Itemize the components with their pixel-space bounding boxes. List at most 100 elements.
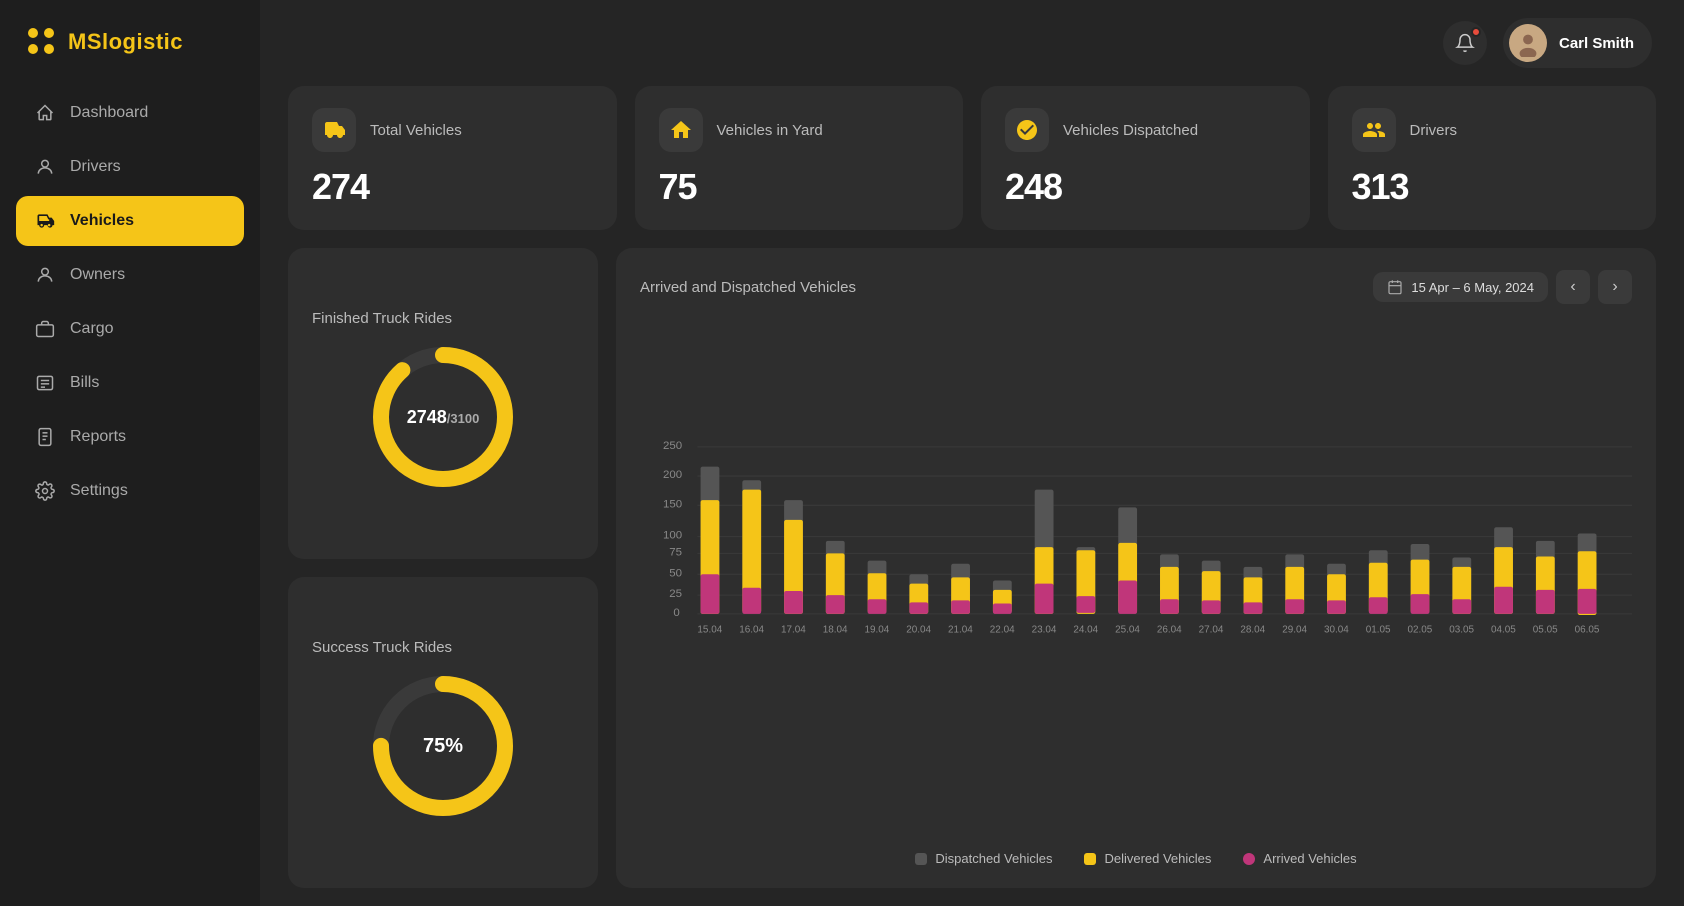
legend-label-delivered: Delivered Vehicles bbox=[1104, 851, 1211, 866]
stat-label-dispatched: Vehicles Dispatched bbox=[1063, 122, 1198, 139]
chart-date-ctrl: 15 Apr – 6 May, 2024 ‹ › bbox=[1373, 270, 1632, 304]
stat-card-dispatched: Vehicles Dispatched 248 bbox=[981, 86, 1310, 230]
reports-icon bbox=[34, 426, 56, 448]
stat-card-total-vehicles: Total Vehicles 274 bbox=[288, 86, 617, 230]
sidebar-item-settings[interactable]: Settings bbox=[16, 466, 244, 516]
drivers-stat-icon bbox=[1352, 108, 1396, 152]
sidebar-item-owners[interactable]: Owners bbox=[16, 250, 244, 300]
stat-card-header-yard: Vehicles in Yard bbox=[659, 108, 940, 152]
legend-delivered: Delivered Vehicles bbox=[1084, 851, 1211, 866]
svg-text:25.04: 25.04 bbox=[1115, 625, 1140, 636]
svg-text:0: 0 bbox=[673, 607, 679, 619]
stat-card-drivers: Drivers 313 bbox=[1328, 86, 1657, 230]
svg-text:01.05: 01.05 bbox=[1366, 625, 1391, 636]
sidebar-item-reports-label: Reports bbox=[70, 428, 126, 446]
calendar-icon bbox=[1387, 279, 1403, 295]
chart-panel: Arrived and Dispatched Vehicles 15 Apr –… bbox=[616, 248, 1656, 888]
finished-rides-panel: Finished Truck Rides 2748/3100 bbox=[288, 248, 598, 559]
home-icon bbox=[34, 102, 56, 124]
svg-text:22.04: 22.04 bbox=[990, 625, 1015, 636]
cargo-icon bbox=[34, 318, 56, 340]
yard-icon bbox=[659, 108, 703, 152]
success-rides-pct: 75% bbox=[423, 735, 463, 758]
svg-text:18.04: 18.04 bbox=[823, 625, 848, 636]
chart-title: Arrived and Dispatched Vehicles bbox=[640, 279, 856, 296]
svg-text:19.04: 19.04 bbox=[865, 625, 890, 636]
main-content: Carl Smith Total Vehicles 274 bbox=[260, 0, 1684, 906]
legend-label-dispatched: Dispatched Vehicles bbox=[935, 851, 1052, 866]
chart-header: Arrived and Dispatched Vehicles 15 Apr –… bbox=[640, 270, 1632, 304]
stat-value-total: 274 bbox=[312, 166, 593, 208]
svg-text:30.04: 30.04 bbox=[1324, 625, 1349, 636]
sidebar-item-dashboard-label: Dashboard bbox=[70, 104, 148, 122]
bell-icon bbox=[1455, 33, 1475, 53]
stat-label-total: Total Vehicles bbox=[370, 122, 462, 139]
bar-chart-svg: 250 200 150 100 75 50 25 0 bbox=[640, 320, 1632, 841]
svg-text:03.05: 03.05 bbox=[1449, 625, 1474, 636]
date-range: 15 Apr – 6 May, 2024 bbox=[1373, 272, 1548, 302]
svg-text:02.05: 02.05 bbox=[1407, 625, 1432, 636]
sidebar-item-dashboard[interactable]: Dashboard bbox=[16, 88, 244, 138]
chart-next-button[interactable]: › bbox=[1598, 270, 1632, 304]
sidebar-item-vehicles[interactable]: Vehicles bbox=[16, 196, 244, 246]
sidebar-item-reports[interactable]: Reports bbox=[16, 412, 244, 462]
svg-text:24.04: 24.04 bbox=[1073, 625, 1098, 636]
stat-card-yard: Vehicles in Yard 75 bbox=[635, 86, 964, 230]
svg-text:16.04: 16.04 bbox=[739, 625, 764, 636]
sidebar-nav: Dashboard Drivers Vehicles bbox=[0, 88, 260, 906]
user-name: Carl Smith bbox=[1559, 35, 1634, 52]
stat-value-yard: 75 bbox=[659, 166, 940, 208]
svg-text:04.05: 04.05 bbox=[1491, 625, 1516, 636]
svg-text:05.05: 05.05 bbox=[1533, 625, 1558, 636]
stat-card-header-dispatched: Vehicles Dispatched bbox=[1005, 108, 1286, 152]
legend-dot-dispatched bbox=[915, 853, 927, 865]
drivers-icon bbox=[34, 156, 56, 178]
notification-badge bbox=[1471, 27, 1481, 37]
finished-rides-donut: 2748/3100 bbox=[363, 337, 523, 497]
legend-label-arrived: Arrived Vehicles bbox=[1263, 851, 1356, 866]
success-rides-panel: Success Truck Rides 75% bbox=[288, 577, 598, 888]
svg-text:20.04: 20.04 bbox=[906, 625, 931, 636]
legend-dispatched: Dispatched Vehicles bbox=[915, 851, 1052, 866]
sidebar-item-bills-label: Bills bbox=[70, 374, 99, 392]
svg-text:15.04: 15.04 bbox=[697, 625, 722, 636]
bar-chart-container: 250 200 150 100 75 50 25 0 bbox=[640, 320, 1632, 841]
logo: MSlogistic bbox=[0, 0, 260, 88]
left-panels: Finished Truck Rides 2748/3100 Success T… bbox=[288, 248, 598, 888]
sidebar-item-drivers-label: Drivers bbox=[70, 158, 121, 176]
stat-card-header: Total Vehicles bbox=[312, 108, 593, 152]
svg-text:100: 100 bbox=[663, 530, 682, 542]
date-range-label: 15 Apr – 6 May, 2024 bbox=[1411, 280, 1534, 295]
sidebar-item-vehicles-label: Vehicles bbox=[70, 212, 134, 230]
donut-text-success: 75% bbox=[423, 735, 463, 758]
chart-prev-button[interactable]: ‹ bbox=[1556, 270, 1590, 304]
sidebar-item-drivers[interactable]: Drivers bbox=[16, 142, 244, 192]
svg-text:23.04: 23.04 bbox=[1032, 625, 1057, 636]
truck-icon bbox=[312, 108, 356, 152]
sidebar-item-settings-label: Settings bbox=[70, 482, 128, 500]
sidebar: MSlogistic Dashboard Drivers bbox=[0, 0, 260, 906]
user-profile[interactable]: Carl Smith bbox=[1503, 18, 1652, 68]
header: Carl Smith bbox=[260, 0, 1684, 86]
svg-text:25: 25 bbox=[669, 588, 682, 600]
svg-text:75: 75 bbox=[669, 546, 682, 558]
svg-text:250: 250 bbox=[663, 440, 682, 452]
logo-dots bbox=[28, 28, 56, 56]
svg-text:29.04: 29.04 bbox=[1282, 625, 1307, 636]
sidebar-item-cargo[interactable]: Cargo bbox=[16, 304, 244, 354]
dispatch-icon bbox=[1005, 108, 1049, 152]
svg-text:28.04: 28.04 bbox=[1240, 625, 1265, 636]
sidebar-item-bills[interactable]: Bills bbox=[16, 358, 244, 408]
svg-text:17.04: 17.04 bbox=[781, 625, 806, 636]
chart-legend: Dispatched Vehicles Delivered Vehicles A… bbox=[640, 851, 1632, 866]
stat-card-header-drivers: Drivers bbox=[1352, 108, 1633, 152]
sidebar-item-cargo-label: Cargo bbox=[70, 320, 114, 338]
sidebar-item-owners-label: Owners bbox=[70, 266, 125, 284]
svg-text:21.04: 21.04 bbox=[948, 625, 973, 636]
stats-row: Total Vehicles 274 Vehicles in Yard 75 bbox=[260, 86, 1684, 248]
svg-text:50: 50 bbox=[669, 567, 682, 579]
stat-label-yard: Vehicles in Yard bbox=[717, 122, 823, 139]
notification-button[interactable] bbox=[1443, 21, 1487, 65]
content-row: Finished Truck Rides 2748/3100 Success T… bbox=[260, 248, 1684, 906]
svg-text:27.04: 27.04 bbox=[1199, 625, 1224, 636]
